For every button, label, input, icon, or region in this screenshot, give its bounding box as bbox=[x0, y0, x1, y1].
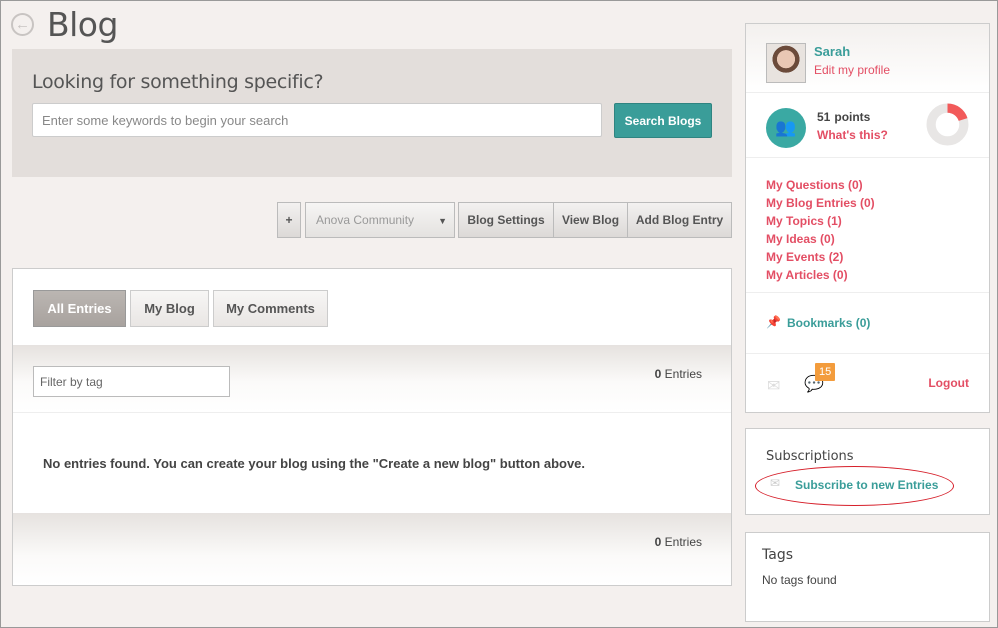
search-input[interactable] bbox=[32, 103, 602, 137]
my-articles-link[interactable]: My Articles (0) bbox=[766, 266, 875, 284]
entries-count-value: 0 bbox=[654, 367, 662, 381]
tab-my-comments[interactable]: My Comments bbox=[213, 290, 328, 327]
subscriptions-heading: Subscriptions bbox=[766, 449, 854, 464]
entries-count-top: 0 Entries bbox=[655, 367, 702, 381]
entries-count-label: Entries bbox=[664, 367, 702, 381]
my-links-list: My Questions (0) My Blog Entries (0) My … bbox=[766, 176, 875, 284]
page-title: Blog bbox=[47, 5, 118, 44]
my-events-link[interactable]: My Events (2) bbox=[766, 248, 875, 266]
my-blog-entries-link[interactable]: My Blog Entries (0) bbox=[766, 194, 875, 212]
tag-filter-input[interactable] bbox=[33, 366, 230, 397]
entries-panel: All Entries My Blog My Comments 0 Entrie… bbox=[12, 268, 732, 586]
tags-heading: Tags bbox=[762, 547, 793, 563]
points-row: 👥 51 points What's this? bbox=[746, 92, 989, 158]
avatar[interactable] bbox=[766, 43, 806, 83]
back-arrow-icon[interactable]: ← bbox=[11, 13, 34, 36]
filter-band: 0 Entries bbox=[13, 345, 731, 413]
pin-icon: 📌 bbox=[766, 315, 781, 329]
points-text: 51 points bbox=[817, 110, 870, 124]
chevron-down-icon: ▼ bbox=[438, 216, 447, 226]
entries-count-value: 0 bbox=[654, 535, 662, 549]
bottom-band: 0 Entries bbox=[13, 513, 731, 585]
my-ideas-link[interactable]: My Ideas (0) bbox=[766, 230, 875, 248]
tags-empty-message: No tags found bbox=[762, 573, 837, 587]
search-blogs-button[interactable]: Search Blogs bbox=[614, 103, 712, 138]
search-heading: Looking for something specific? bbox=[32, 71, 324, 93]
whats-this-link[interactable]: What's this? bbox=[817, 128, 888, 142]
profile-card: Sarah Edit my profile 👥 51 points What's … bbox=[745, 23, 990, 413]
tab-my-blog[interactable]: My Blog bbox=[130, 290, 209, 327]
my-questions-link[interactable]: My Questions (0) bbox=[766, 176, 875, 194]
bookmarks-row: 📌 Bookmarks (0) bbox=[746, 292, 989, 354]
notification-badge[interactable]: 15 bbox=[815, 363, 836, 381]
tags-card: Tags No tags found bbox=[745, 532, 990, 622]
user-name[interactable]: Sarah bbox=[814, 44, 850, 59]
add-button[interactable]: + bbox=[277, 202, 301, 238]
community-icon: 👥 bbox=[766, 108, 806, 148]
community-select-value: Anova Community bbox=[316, 213, 415, 227]
entries-count-label: Entries bbox=[664, 535, 702, 549]
logout-link[interactable]: Logout bbox=[928, 376, 969, 390]
edit-profile-link[interactable]: Edit my profile bbox=[814, 63, 890, 77]
mail-icon[interactable]: ✉ bbox=[767, 376, 780, 396]
add-blog-entry-button[interactable]: Add Blog Entry bbox=[627, 202, 732, 238]
search-panel: Looking for something specific? Search B… bbox=[12, 49, 732, 177]
subscriptions-card: Subscriptions ✉ Subscribe to new Entries bbox=[745, 428, 990, 515]
points-progress-ring bbox=[926, 103, 969, 146]
community-select[interactable]: Anova Community ▼ bbox=[305, 202, 455, 238]
entries-count-bottom: 0 Entries bbox=[655, 535, 702, 549]
tab-all-entries[interactable]: All Entries bbox=[33, 290, 126, 327]
empty-message: No entries found. You can create your bl… bbox=[43, 456, 586, 471]
bookmarks-link[interactable]: Bookmarks (0) bbox=[787, 316, 870, 330]
profile-header: Sarah Edit my profile bbox=[746, 24, 989, 92]
view-blog-button[interactable]: View Blog bbox=[553, 202, 628, 238]
blog-settings-button[interactable]: Blog Settings bbox=[458, 202, 554, 238]
points-label: points bbox=[834, 110, 871, 124]
my-topics-link[interactable]: My Topics (1) bbox=[766, 212, 875, 230]
highlight-annotation bbox=[755, 466, 954, 506]
points-value: 51 bbox=[817, 110, 831, 124]
